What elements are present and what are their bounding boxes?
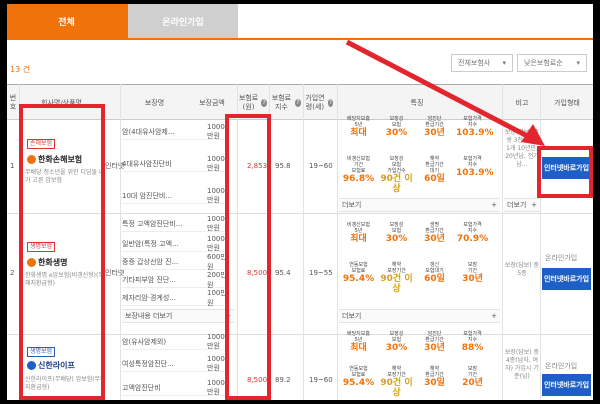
arrow-annotation [345, 39, 545, 146]
page-frame: 전체 온라인가입 13 건 전체보험사 ▾ 낮은보험료순 ▾ 번호 회사명/상품명 … [7, 4, 593, 400]
arrow-line [345, 39, 537, 143]
